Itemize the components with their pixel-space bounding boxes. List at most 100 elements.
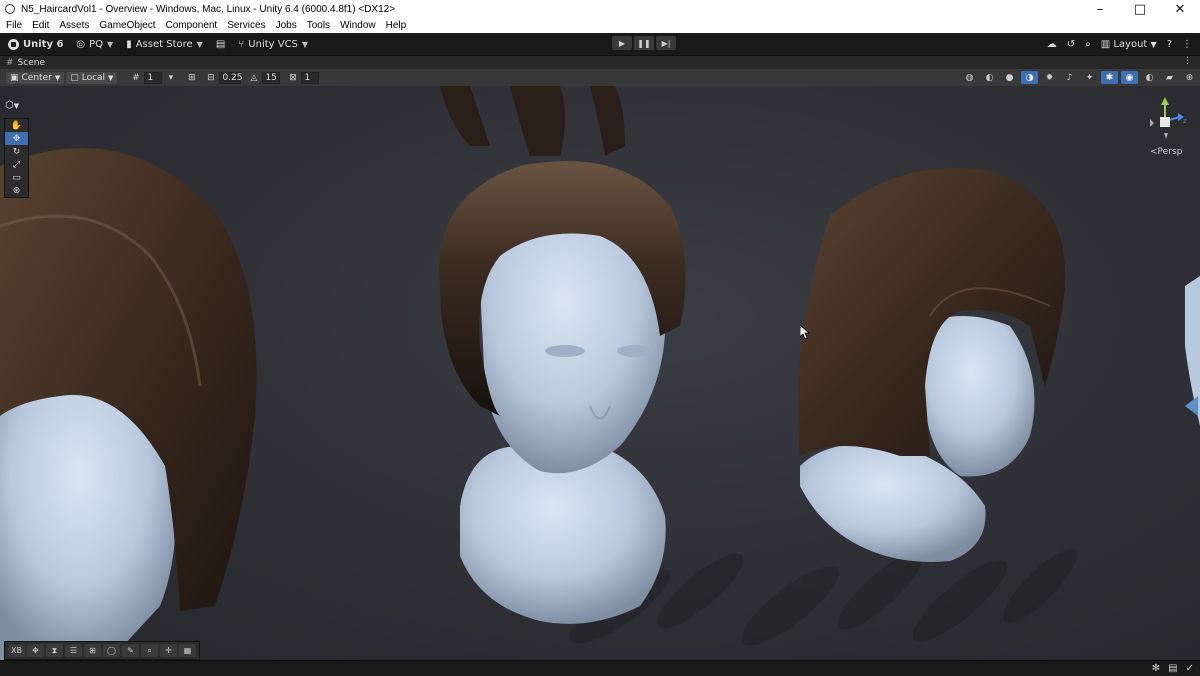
scene-viewport[interactable] — [0, 86, 1200, 660]
scene-view-options: ◍ ◐ ● ◑ ✹ ♪ ✦ ✱ ◉ ◐ ▰ ⊕ — [961, 71, 1198, 84]
layout-label: Layout — [1113, 38, 1148, 50]
rotate-snap-icon[interactable]: ◬ — [247, 72, 260, 84]
account-label: PQ — [89, 38, 104, 50]
view-tool-hand-icon[interactable]: ✋ — [5, 119, 28, 132]
pivot-space-dropdown[interactable]: ▢ Local ▼ — [66, 71, 118, 84]
menu-jobs[interactable]: Jobs — [276, 20, 297, 31]
progress-check-icon[interactable]: ✓ — [1186, 663, 1194, 674]
unity-account-menu[interactable]: Unity 6 — [3, 37, 68, 52]
grid-size-field[interactable]: 1 — [144, 71, 163, 84]
search-icon[interactable]: ⌕ — [1085, 39, 1091, 50]
menu-tools[interactable]: Tools — [307, 20, 330, 31]
maximize-button[interactable]: □ — [1120, 0, 1160, 18]
status-icons: ✻ ▤ ✓ — [1152, 661, 1194, 676]
orientation-icon[interactable]: ⊕ — [1181, 71, 1198, 84]
projection-icon: < — [1150, 147, 1158, 157]
vcs-dropdown[interactable]: ⑂ Unity VCS ▼ — [233, 37, 313, 52]
projection-toggle[interactable]: <Persp — [1150, 147, 1182, 157]
account-icon: ◎ — [76, 38, 86, 50]
camera-tool-icon[interactable]: ▦ — [179, 644, 196, 657]
transform-tool-icon[interactable]: ⊛ — [5, 184, 28, 197]
grid-snap-icon[interactable]: ⊞ — [185, 72, 198, 84]
shaded-wireframe-icon[interactable]: ◑ — [1021, 71, 1038, 84]
shopping-bag-icon: ▮ — [126, 38, 132, 50]
scale-snap-icon[interactable]: ⊠ — [286, 72, 299, 84]
menu-edit[interactable]: Edit — [32, 20, 49, 31]
chevron-down-icon: ▼ — [301, 39, 309, 49]
chevron-down-icon: ▼ — [54, 73, 61, 82]
history-icon[interactable]: ↺ — [1067, 39, 1075, 50]
layout-dropdown[interactable]: ▥ Layout ▼ — [1101, 39, 1157, 50]
local-space-icon: ▢ — [70, 72, 79, 83]
menu-gameobject[interactable]: GameObject — [99, 20, 155, 31]
mouse-cursor-icon — [800, 325, 810, 339]
zoom-tool-icon[interactable]: ⌕ — [141, 644, 158, 657]
camera-settings-icon[interactable]: ▰ — [1161, 71, 1178, 84]
tab-more-icon[interactable]: ⋮ — [1183, 56, 1192, 66]
scene-tab-icon: # — [6, 57, 14, 68]
step-button[interactable]: ▶| — [656, 36, 676, 50]
bug-icon[interactable]: ✻ — [1152, 663, 1160, 674]
pause-button[interactable]: ❚❚ — [634, 36, 654, 50]
fx-dropdown-icon[interactable]: ✱ — [1101, 71, 1118, 84]
shaded-icon[interactable]: ● — [1001, 71, 1018, 84]
chevron-down-icon[interactable]: ▾ — [164, 72, 177, 84]
toolbar-right: ☁ ↺ ⌕ ▥ Layout ▼ ? ⋮ — [1047, 33, 1192, 55]
close-button[interactable]: ✕ — [1160, 0, 1200, 18]
play-button[interactable]: ▶ — [612, 36, 632, 50]
package-icon: ▤ — [215, 38, 226, 50]
rotate-snap-field[interactable]: 15 — [262, 71, 281, 84]
move-tool-icon[interactable]: ✥ — [5, 132, 28, 145]
more-menu-icon[interactable]: ⋮ — [1182, 39, 1192, 50]
scene-render — [0, 86, 1200, 660]
move-snap-icon[interactable]: ⊟ — [204, 72, 217, 84]
move-tool-icon[interactable]: ✥ — [27, 644, 44, 657]
move-snap-field[interactable]: 0.25 — [219, 71, 242, 84]
draw-mode-icon[interactable]: ◍ — [961, 71, 978, 84]
collab-icon[interactable]: ▤ — [1168, 663, 1177, 674]
window-controls: – □ ✕ — [1080, 0, 1200, 18]
pivot-mode-dropdown[interactable]: ▣ Center ▼ — [6, 71, 65, 84]
scale-tool-icon[interactable]: ⤢ — [5, 158, 28, 171]
menu-window[interactable]: Window — [340, 20, 376, 31]
cube-icon: ⬡ — [5, 100, 14, 111]
account-dropdown[interactable]: ◎ PQ ▼ — [71, 37, 118, 52]
visibility-icon[interactable]: ◉ — [1121, 71, 1138, 84]
gizmos-dropdown-icon[interactable]: ◐ — [1141, 71, 1158, 84]
grid-visibility-icon[interactable]: # — [129, 72, 142, 84]
space-label: Local — [81, 72, 106, 83]
asset-store-dropdown[interactable]: ▮ Asset Store ▼ — [121, 37, 208, 52]
audio-toggle-icon[interactable]: ♪ — [1061, 71, 1078, 84]
wireframe-icon[interactable]: ◐ — [981, 71, 998, 84]
xr-button[interactable]: XB — [8, 644, 25, 657]
menu-component[interactable]: Component — [166, 20, 218, 31]
menu-services[interactable]: Services — [227, 20, 265, 31]
minimize-button[interactable]: – — [1080, 0, 1120, 18]
menu-bar: File Edit Assets GameObject Component Se… — [0, 18, 1200, 33]
navigation-tool-icon[interactable]: ⊞ — [84, 644, 101, 657]
rect-tool-icon[interactable]: ▭ — [5, 171, 28, 184]
playmode-controls: ▶ ❚❚ ▶| — [612, 36, 676, 50]
help-icon[interactable]: ? — [1167, 39, 1172, 50]
scene-overlay-toolbar: XB ✥ ⧗ ☰ ⊞ ◯ ✎ ⌕ ✛ ▦ — [4, 641, 200, 660]
cloud-icon[interactable]: ☁ — [1047, 39, 1057, 50]
pan-tool-icon[interactable]: ✛ — [160, 644, 177, 657]
menu-file[interactable]: File — [6, 20, 22, 31]
scale-snap-field[interactable]: 1 — [301, 71, 320, 84]
lighting-toggle-icon[interactable]: ✹ — [1041, 71, 1058, 84]
rotate-tool-icon[interactable]: ↻ — [5, 145, 28, 158]
align-tool-icon[interactable]: ☰ — [65, 644, 82, 657]
paint-tool-icon[interactable]: ✎ — [122, 644, 139, 657]
orbit-tool-icon[interactable]: ◯ — [103, 644, 120, 657]
window-title: N5_HaircardVol1 - Overview - Windows, Ma… — [21, 3, 396, 15]
effects-toggle-icon[interactable]: ✦ — [1081, 71, 1098, 84]
scene-tab-label[interactable]: Scene — [18, 58, 45, 68]
package-button[interactable]: ▤ — [211, 37, 230, 52]
orientation-gizmo[interactable]: z — [1140, 95, 1190, 151]
menu-help[interactable]: Help — [386, 20, 407, 31]
view-mode-dropdown[interactable]: ⬡▼ — [5, 100, 19, 111]
scene-view-toolbar: ▣ Center ▼ ▢ Local ▼ # 1 ▾ ⊞ ⊟ 0.25 ◬ 15… — [0, 69, 1200, 86]
chevron-down-icon: ▼ — [108, 73, 114, 82]
menu-assets[interactable]: Assets — [59, 20, 89, 31]
component-tool-icon[interactable]: ⧗ — [46, 644, 63, 657]
